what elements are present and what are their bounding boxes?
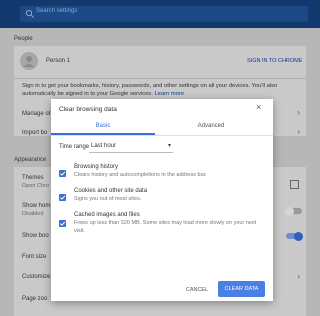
show-bookmarks-toggle[interactable] (286, 231, 303, 241)
sync-text-2: automatically be signed in to your Googl… (22, 91, 153, 97)
show-bookmarks-label: Show boo (22, 233, 49, 239)
customize-fonts-label[interactable]: Customize (22, 274, 50, 280)
person-name[interactable]: Person 1 (46, 58, 70, 64)
checkmark-icon (59, 195, 66, 200)
search-placeholder: Search settings (36, 8, 78, 14)
browsing-history-desc: Clears history and autocompletions in th… (74, 172, 207, 178)
clear-data-button[interactable]: CLEAR DATA (218, 281, 265, 297)
chevron-right-icon: › (297, 272, 300, 281)
cached-images-checkbox[interactable] (59, 220, 66, 227)
cookies-checkbox[interactable] (59, 194, 66, 201)
show-home-sub: Disabled (22, 211, 44, 217)
show-home-toggle[interactable] (285, 206, 302, 216)
sign-in-button[interactable]: SIGN IN TO CHROME (247, 58, 302, 64)
avatar (20, 52, 38, 70)
clear-browsing-data-dialog: Clear browsing data × Basic Advanced Tim… (51, 99, 273, 301)
tab-basic[interactable]: Basic (51, 119, 155, 135)
learn-more-link[interactable]: Learn more (154, 91, 184, 97)
chevron-right-icon: › (297, 108, 300, 117)
checkmark-icon (59, 221, 66, 226)
tab-advanced[interactable]: Advanced (159, 119, 263, 133)
themes-sub: Open Chro (22, 183, 49, 189)
search-icon (23, 7, 37, 21)
page-zoom-label[interactable]: Page zoo (22, 296, 47, 302)
open-external-icon[interactable] (290, 180, 299, 189)
people-section-title: People (14, 36, 33, 42)
divider (14, 78, 306, 79)
time-range-label: Time range (59, 144, 90, 150)
themes-label[interactable]: Themes (22, 175, 44, 181)
tab-divider (51, 135, 273, 136)
cached-images-desc: Frees up less than 320 MB. Some sites ma… (74, 220, 257, 234)
dropdown-arrow-icon: ▾ (167, 143, 171, 149)
cancel-button[interactable]: CANCEL (177, 283, 217, 297)
dialog-title: Clear browsing data (59, 106, 117, 113)
browsing-history-checkbox[interactable] (59, 170, 66, 177)
toggle-knob (285, 206, 294, 216)
time-range-value: Last hour (91, 143, 117, 149)
close-icon[interactable]: × (256, 102, 261, 112)
top-bar: Search settings (0, 0, 320, 28)
font-size-label[interactable]: Font size (22, 254, 46, 260)
time-range-select[interactable]: Last hour ▾ (89, 141, 173, 153)
checkmark-icon (59, 171, 66, 176)
import-bookmarks[interactable]: Import bo (22, 130, 47, 136)
cookies-title: Cookies and other site data (74, 188, 148, 194)
sync-text: automatically be signed in to your Googl… (22, 91, 184, 97)
browsing-history-title: Browsing history (74, 164, 119, 170)
chevron-right-icon: › (297, 127, 300, 136)
sync-text-1: Sign in to get your bookmarks, history, … (22, 83, 278, 89)
manage-other-people[interactable]: Manage ot (22, 111, 50, 117)
toggle-knob (294, 231, 303, 241)
cookies-desc: Signs you out of most sites. (74, 196, 142, 202)
appearance-section-title: Appearance (14, 157, 47, 163)
cached-images-title: Cached images and files (74, 212, 140, 218)
search-input[interactable]: Search settings (20, 6, 308, 22)
show-home-label: Show hom (22, 203, 51, 209)
